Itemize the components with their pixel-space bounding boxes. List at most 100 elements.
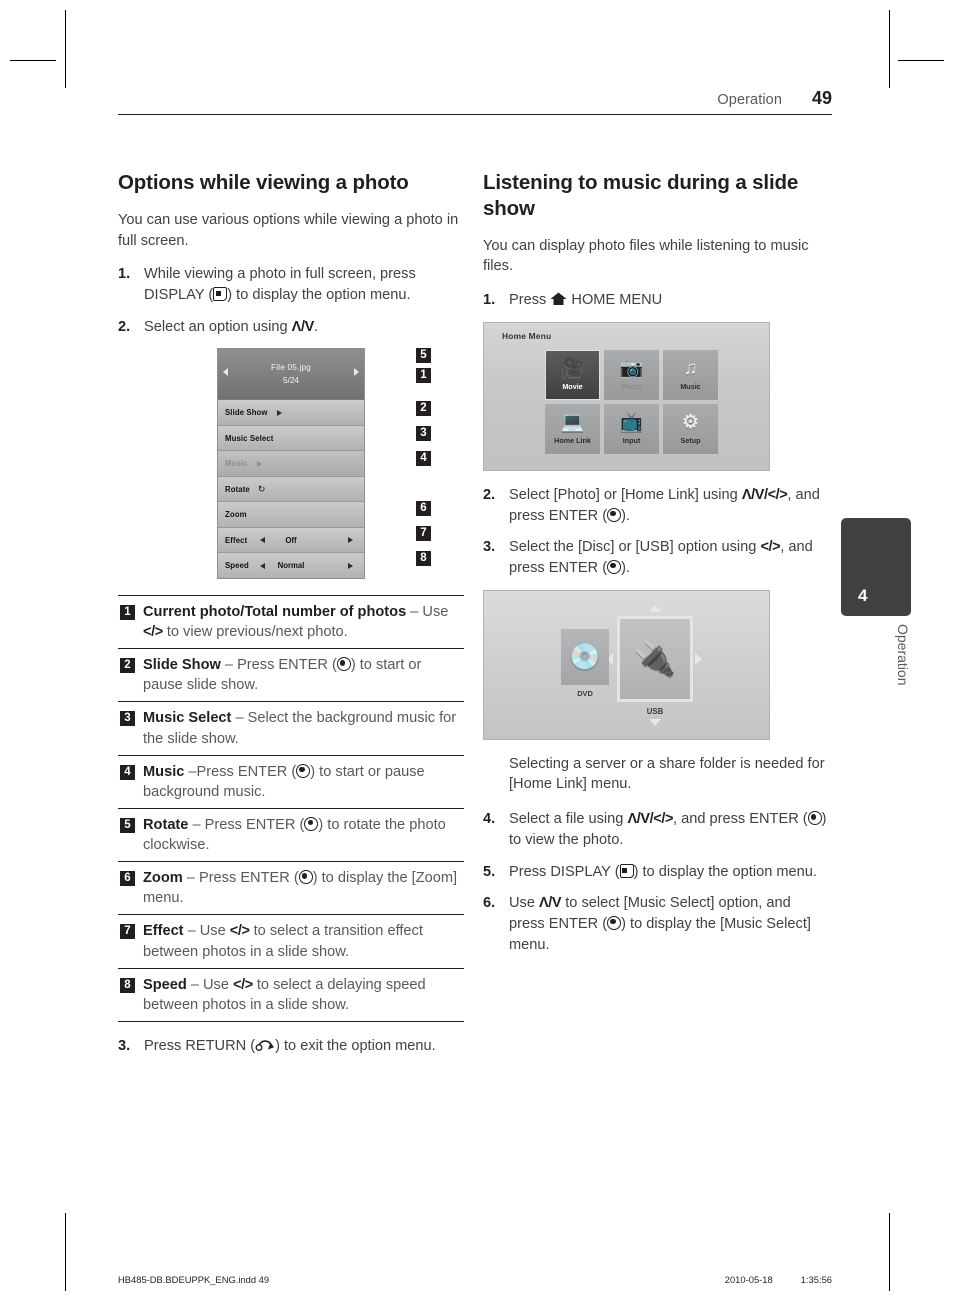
- legend-badge-3: 3: [120, 711, 135, 727]
- step-3-text-after: ) to exit the option menu.: [275, 1037, 436, 1054]
- crop-mark-bottom-right: [889, 1213, 890, 1291]
- home-tile-movie[interactable]: 🎥 Movie: [545, 349, 600, 400]
- source-select-figure: 💿 DVD 🔌 USB: [483, 589, 829, 740]
- direction-arrows-glyph: Λ/V/</>: [741, 486, 788, 503]
- display-icon: [213, 286, 228, 301]
- usb-option-label: USB: [646, 706, 664, 716]
- legend-text-1: Current photo/Total number of photos – U…: [143, 602, 464, 642]
- legend-badge-7: 7: [120, 924, 135, 940]
- callout-4: 4: [416, 451, 431, 467]
- play-icon: [276, 409, 282, 416]
- legend-badge-4: 4: [120, 764, 135, 780]
- callout-1: 1: [416, 368, 431, 384]
- enter-icon: [607, 507, 622, 522]
- rotate-icon: ↻: [257, 483, 266, 494]
- left-right-arrows-glyph: </>: [760, 539, 781, 556]
- home-menu-tile-grid: 🎥 Movie 📷 Photo ♫ Music 💻 Home Link 📺 In…: [545, 349, 718, 454]
- footer-file-name: HB485-DB.BDEUPPK_ENG.indd 49: [118, 1274, 270, 1285]
- legend-text-3: Music Select – Select the background mus…: [143, 708, 464, 748]
- option-row-effect[interactable]: Effect Off: [218, 527, 364, 554]
- gear-icon: ⚙: [681, 411, 700, 433]
- crop-mark-left: [10, 60, 56, 61]
- home-tile-photo[interactable]: 📷 Photo: [604, 349, 659, 400]
- callout-2: 2: [416, 401, 431, 417]
- chapter-tab-label: Operation: [895, 624, 911, 686]
- legend-badge-1: 1: [120, 604, 135, 620]
- option-row-music-label: Music: [225, 459, 248, 469]
- next-photo-arrow-icon: [354, 368, 359, 377]
- step-2-number: 2.: [118, 318, 131, 335]
- option-row-effect-value: Off: [285, 535, 297, 545]
- legend-title-7: Effect: [143, 923, 184, 940]
- source-up-arrow-icon: [649, 604, 661, 612]
- footer-timestamp: 2010-05-18 1:35:56: [725, 1274, 832, 1285]
- callout-8: 8: [416, 551, 431, 567]
- disc-option[interactable]: 💿: [561, 628, 609, 685]
- footer-date: 2010-05-18: [724, 1274, 773, 1285]
- prev-photo-arrow-icon: [223, 368, 228, 377]
- legend-badge-2: 2: [120, 658, 135, 674]
- option-row-music[interactable]: Music: [218, 451, 364, 477]
- right-step-5: 5. Press DISPLAY () to display the option…: [483, 862, 829, 883]
- right-step-2-number: 2.: [483, 486, 496, 503]
- right-step-3-number: 3.: [483, 539, 496, 556]
- left-right-arrows-glyph: </>: [233, 976, 253, 993]
- usb-option[interactable]: 🔌: [617, 615, 693, 702]
- option-row-rotate[interactable]: Rotate ↻: [218, 476, 364, 503]
- home-tile-home-link[interactable]: 💻 Home Link: [545, 403, 600, 454]
- right-step-4-text-mid: , and press ENTER (: [673, 811, 808, 828]
- return-icon: [255, 1038, 275, 1051]
- disc-icon: 💿: [568, 641, 602, 672]
- home-tile-input-label: Input: [622, 435, 641, 445]
- legend-item-8: 8 Speed – Use </> to select a delaying s…: [118, 969, 464, 1022]
- right-intro-paragraph: You can display photo files while listen…: [483, 237, 809, 275]
- direction-arrows-glyph: Λ/V/</>: [627, 811, 674, 828]
- home-tile-setup[interactable]: ⚙ Setup: [663, 403, 718, 454]
- page-number: 49: [811, 88, 832, 108]
- step-2-text-before: Select an option using: [144, 318, 292, 335]
- option-row-music-select[interactable]: Music Select: [218, 425, 364, 452]
- home-tile-music[interactable]: ♫ Music: [663, 349, 718, 400]
- enter-icon: [296, 763, 311, 778]
- right-step-5-text-after: ) to display the option menu.: [633, 863, 817, 880]
- right-step-4: 4. Select a file using Λ/V/</>, and press…: [483, 809, 829, 850]
- legend-title-2: Slide Show: [143, 657, 221, 674]
- home-tile-input[interactable]: 📺 Input: [604, 403, 659, 454]
- option-row-zoom[interactable]: Zoom: [218, 502, 364, 528]
- home-link-note: Selecting a server or a share folder is …: [509, 755, 825, 793]
- option-row-slide-show-label: Slide Show: [225, 408, 268, 418]
- option-row-rotate-label: Rotate: [225, 484, 250, 494]
- enter-icon: [298, 870, 313, 885]
- legend-rest-a-6: – Press ENTER (: [182, 870, 299, 887]
- step-1-text-after: ) to display the option menu.: [227, 286, 411, 303]
- option-row-slide-show[interactable]: Slide Show: [218, 400, 364, 426]
- legend-item-1: 1 Current photo/Total number of photos –…: [118, 596, 464, 650]
- photo-icon: 📷: [619, 357, 644, 379]
- right-steps-list-b: 2. Select [Photo] or [Home Link] using Λ/…: [483, 485, 829, 579]
- option-row-speed[interactable]: Speed Normal: [218, 553, 364, 578]
- source-right-arrow-icon[interactable]: [695, 652, 702, 665]
- page-title: Options while viewing a photo: [118, 171, 409, 194]
- right-step-1-number: 1.: [483, 292, 496, 309]
- legend-title-8: Speed: [143, 976, 187, 993]
- left-intro-paragraph: You can use various options while viewin…: [118, 211, 459, 249]
- home-tile-home-link-label: Home Link: [554, 435, 591, 445]
- home-menu-figure: Home Menu 🎥 Movie 📷 Photo ♫ Music 💻 Home…: [483, 321, 829, 471]
- step-2: 2. Select an option using Λ/V.: [118, 317, 464, 338]
- step-1-number: 1.: [118, 266, 131, 283]
- legend-item-7: 7 Effect – Use </> to select a transitio…: [118, 915, 464, 969]
- home-tile-setup-label: Setup: [680, 435, 701, 445]
- effect-right-arrow-icon[interactable]: [348, 537, 353, 544]
- legend-item-3: 3 Music Select – Select the background m…: [118, 702, 464, 756]
- usb-plug-icon: 🔌: [633, 639, 677, 678]
- legend-item-6: 6 Zoom – Press ENTER () to display the […: [118, 862, 464, 916]
- speed-right-arrow-icon[interactable]: [348, 562, 353, 569]
- right-step-1: 1. Press HOME MENU: [483, 290, 829, 311]
- right-step-1-text-before: Press: [509, 292, 551, 309]
- right-step-1-text-after: HOME MENU: [567, 292, 663, 309]
- option-legend-list: 1 Current photo/Total number of photos –…: [118, 594, 464, 1022]
- input-icon: 📺: [619, 411, 644, 433]
- monitor-icon: 💻: [560, 411, 585, 433]
- legend-item-2: 2 Slide Show – Press ENTER () to start o…: [118, 649, 464, 703]
- header-section-name: Operation: [717, 92, 782, 108]
